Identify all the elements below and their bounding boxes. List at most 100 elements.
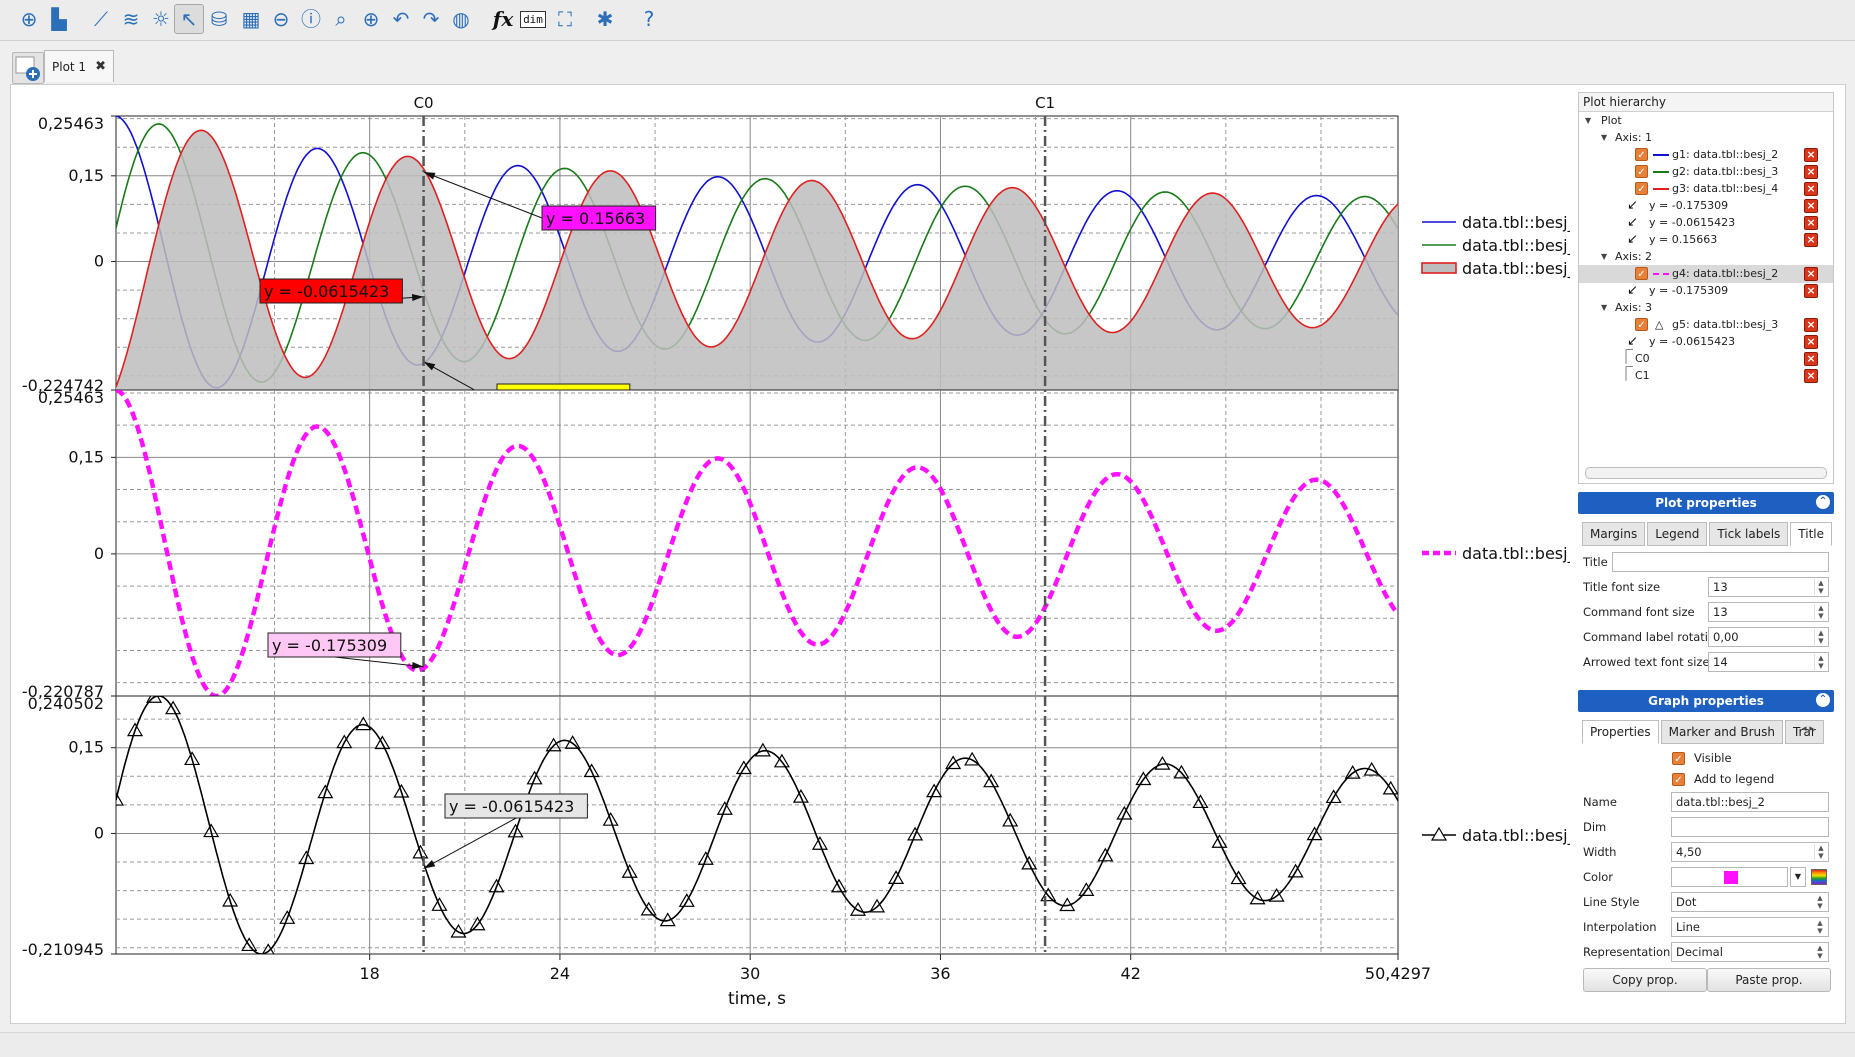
tree-row[interactable]: ✓ × g2: data.tbl::besj_3 <box>1579 163 1833 181</box>
line-chart-icon: ⟋ <box>94 7 108 31</box>
delete-icon[interactable]: × <box>1804 199 1818 213</box>
delete-icon[interactable]: × <box>1804 148 1818 162</box>
spin-arrows-icon[interactable]: ▲ ▼ <box>1814 654 1827 670</box>
delete-icon[interactable]: × <box>1804 369 1818 383</box>
color-picker[interactable] <box>1671 867 1788 887</box>
delete-icon[interactable]: × <box>1804 335 1818 349</box>
delete-icon[interactable]: × <box>1804 318 1818 332</box>
new-tab-button[interactable] <box>12 52 44 84</box>
graph-properties-tab-marker-and-brush[interactable]: Marker and Brush <box>1660 720 1783 744</box>
delete-icon[interactable]: × <box>1804 216 1818 230</box>
tree-row[interactable]: ✓ × g3: data.tbl::besj_4 <box>1579 180 1833 198</box>
tree-row[interactable]: ✓ × g1: data.tbl::besj_2 <box>1579 146 1833 164</box>
graph-properties-header[interactable]: Graph properties ⌃ <box>1578 690 1834 712</box>
multi-line-chart-button[interactable]: ≋ <box>116 4 146 34</box>
globe-button[interactable]: ◍ <box>446 4 476 34</box>
name-field[interactable]: data.tbl::besj_2 <box>1671 792 1829 812</box>
tree-row[interactable]: ↙ × y = -0.175309 <box>1579 282 1833 300</box>
visible-checkbox[interactable]: ✓ <box>1635 267 1648 280</box>
visible-checkbox[interactable]: ✓ <box>1635 318 1648 331</box>
spin-arrows-icon[interactable]: ▲ ▼ <box>1814 604 1827 620</box>
expand-icon[interactable]: ▼ <box>1601 248 1607 266</box>
close-tab-icon[interactable]: ✖ <box>95 59 106 74</box>
delete-icon[interactable]: × <box>1804 267 1818 281</box>
dim-field[interactable] <box>1671 817 1829 837</box>
lightbulb-icon: ☼ <box>152 7 170 31</box>
lightbulb-button[interactable]: ☼ <box>146 4 176 34</box>
tree-row[interactable]: ↙ × y = -0.0615423 <box>1579 333 1833 351</box>
plot-canvas[interactable]: 0,254630,150-0,224742data.tbl::besj_2dat… <box>10 84 1570 1024</box>
undo-button[interactable]: ↶ <box>386 4 416 34</box>
tree-row[interactable]: ✓ × g4: data.tbl::besj_2 <box>1579 265 1833 283</box>
color-dropdown-button[interactable]: ▼ <box>1790 867 1806 887</box>
hierarchy-scrollbar[interactable] <box>1585 467 1827 479</box>
interpolation-select[interactable]: Line ▲ ▼ <box>1671 917 1829 937</box>
tree-row[interactable]: ✓ △ × g5: data.tbl::besj_3 <box>1579 316 1833 334</box>
visible-checkbox[interactable]: ✓ <box>1635 148 1648 161</box>
spin-arrows-icon[interactable]: ▲ ▼ <box>1814 844 1827 860</box>
paste-properties-button[interactable]: Paste prop. <box>1707 968 1831 992</box>
table-button[interactable]: ▦ <box>236 4 266 34</box>
copy-properties-button[interactable]: Copy prop. <box>1583 968 1707 992</box>
add-curve-button[interactable]: ▙ <box>44 4 74 34</box>
redo-button[interactable]: ↷ <box>416 4 446 34</box>
expand-icon[interactable]: ▼ <box>1585 112 1591 130</box>
plot-property-input[interactable]: 0,00 ▲ ▼ <box>1708 627 1829 647</box>
width-spinbox[interactable]: 4,50 ▲ ▼ <box>1671 842 1829 862</box>
line-chart-button[interactable]: ⟋ <box>86 4 116 34</box>
spin-arrows-icon[interactable]: ▲ ▼ <box>1814 629 1827 645</box>
plot-property-input[interactable]: 13 ▲ ▼ <box>1708 602 1829 622</box>
tab-scroll-arrows[interactable]: ◂ ▸ <box>1802 724 1814 734</box>
delete-icon[interactable]: × <box>1804 182 1818 196</box>
plot-properties-tab-tick-labels[interactable]: Tick labels <box>1709 522 1789 546</box>
palette-icon[interactable] <box>1811 869 1827 885</box>
info-button[interactable]: ⓘ <box>296 4 326 34</box>
function-button[interactable]: fx <box>488 4 518 34</box>
expand-icon[interactable]: ▼ <box>1601 299 1607 317</box>
tree-row[interactable]: ↙ × y = 0.15663 <box>1579 231 1833 249</box>
expand-icon[interactable]: ▼ <box>1601 129 1607 147</box>
tree-row[interactable]: ▼ Axis: 2 <box>1579 248 1833 266</box>
zoom-out-button[interactable]: ⊖ <box>266 4 296 34</box>
delete-icon[interactable]: × <box>1804 233 1818 247</box>
collapse-icon[interactable]: ⌃ <box>1816 693 1830 707</box>
delete-icon[interactable]: × <box>1804 352 1818 366</box>
delete-icon[interactable]: × <box>1804 284 1818 298</box>
plot-properties-tab-title[interactable]: Title <box>1790 522 1832 546</box>
representation-select[interactable]: Decimal ▲ ▼ <box>1671 942 1829 962</box>
y-tick-label: 0 <box>94 823 104 842</box>
tab-label: Plot 1 <box>52 59 87 74</box>
add-plot-button[interactable]: ⊕ <box>14 4 44 34</box>
line-style-select[interactable]: Dot ▲ ▼ <box>1671 892 1829 912</box>
tree-row[interactable]: ⎾ × C1 <box>1579 367 1833 385</box>
pointer-button[interactable]: ↖ <box>174 4 204 34</box>
visible-checkbox[interactable]: ✓ <box>1635 182 1648 195</box>
dimension-button[interactable]: dim <box>518 4 548 34</box>
tree-row[interactable]: ▼ Axis: 3 <box>1579 299 1833 317</box>
add-to-legend-checkbox[interactable]: ✓ <box>1672 773 1685 786</box>
zoom-button[interactable]: ⌕ <box>326 4 356 34</box>
visible-checkbox[interactable]: ✓ <box>1672 752 1685 765</box>
delete-icon[interactable]: × <box>1804 165 1818 179</box>
tree-row[interactable]: ↙ × y = -0.0615423 <box>1579 214 1833 232</box>
spin-arrows-icon[interactable]: ▲ ▼ <box>1814 579 1827 595</box>
tree-row[interactable]: ↙ × y = -0.175309 <box>1579 197 1833 215</box>
plot-properties-tab-legend[interactable]: Legend <box>1647 522 1708 546</box>
plot-property-input[interactable]: 13 ▲ ▼ <box>1708 577 1829 597</box>
help-button[interactable]: ? <box>634 4 664 34</box>
plot-property-input[interactable]: 14 ▲ ▼ <box>1708 652 1829 672</box>
tab-plot-1[interactable]: Plot 1 ✖ <box>44 50 114 82</box>
plot-properties-header[interactable]: Plot properties ⌃ <box>1578 492 1834 514</box>
graph-properties-tab-properties[interactable]: Properties <box>1582 720 1659 744</box>
zoom-in-button[interactable]: ⊕ <box>356 4 386 34</box>
database-button[interactable]: ⛁ <box>204 4 234 34</box>
tree-root[interactable]: ▼ Plot <box>1579 112 1833 130</box>
plot-property-input[interactable] <box>1612 552 1829 572</box>
settings-button[interactable]: ✱ <box>590 4 620 34</box>
tree-row[interactable]: ⎾ × C0 <box>1579 350 1833 368</box>
collapse-icon[interactable]: ⌃ <box>1816 495 1830 509</box>
plot-properties-tab-margins[interactable]: Margins <box>1582 522 1646 546</box>
visible-checkbox[interactable]: ✓ <box>1635 165 1648 178</box>
fit-button[interactable]: ⛶ <box>550 4 580 34</box>
tree-row[interactable]: ▼ Axis: 1 <box>1579 129 1833 147</box>
